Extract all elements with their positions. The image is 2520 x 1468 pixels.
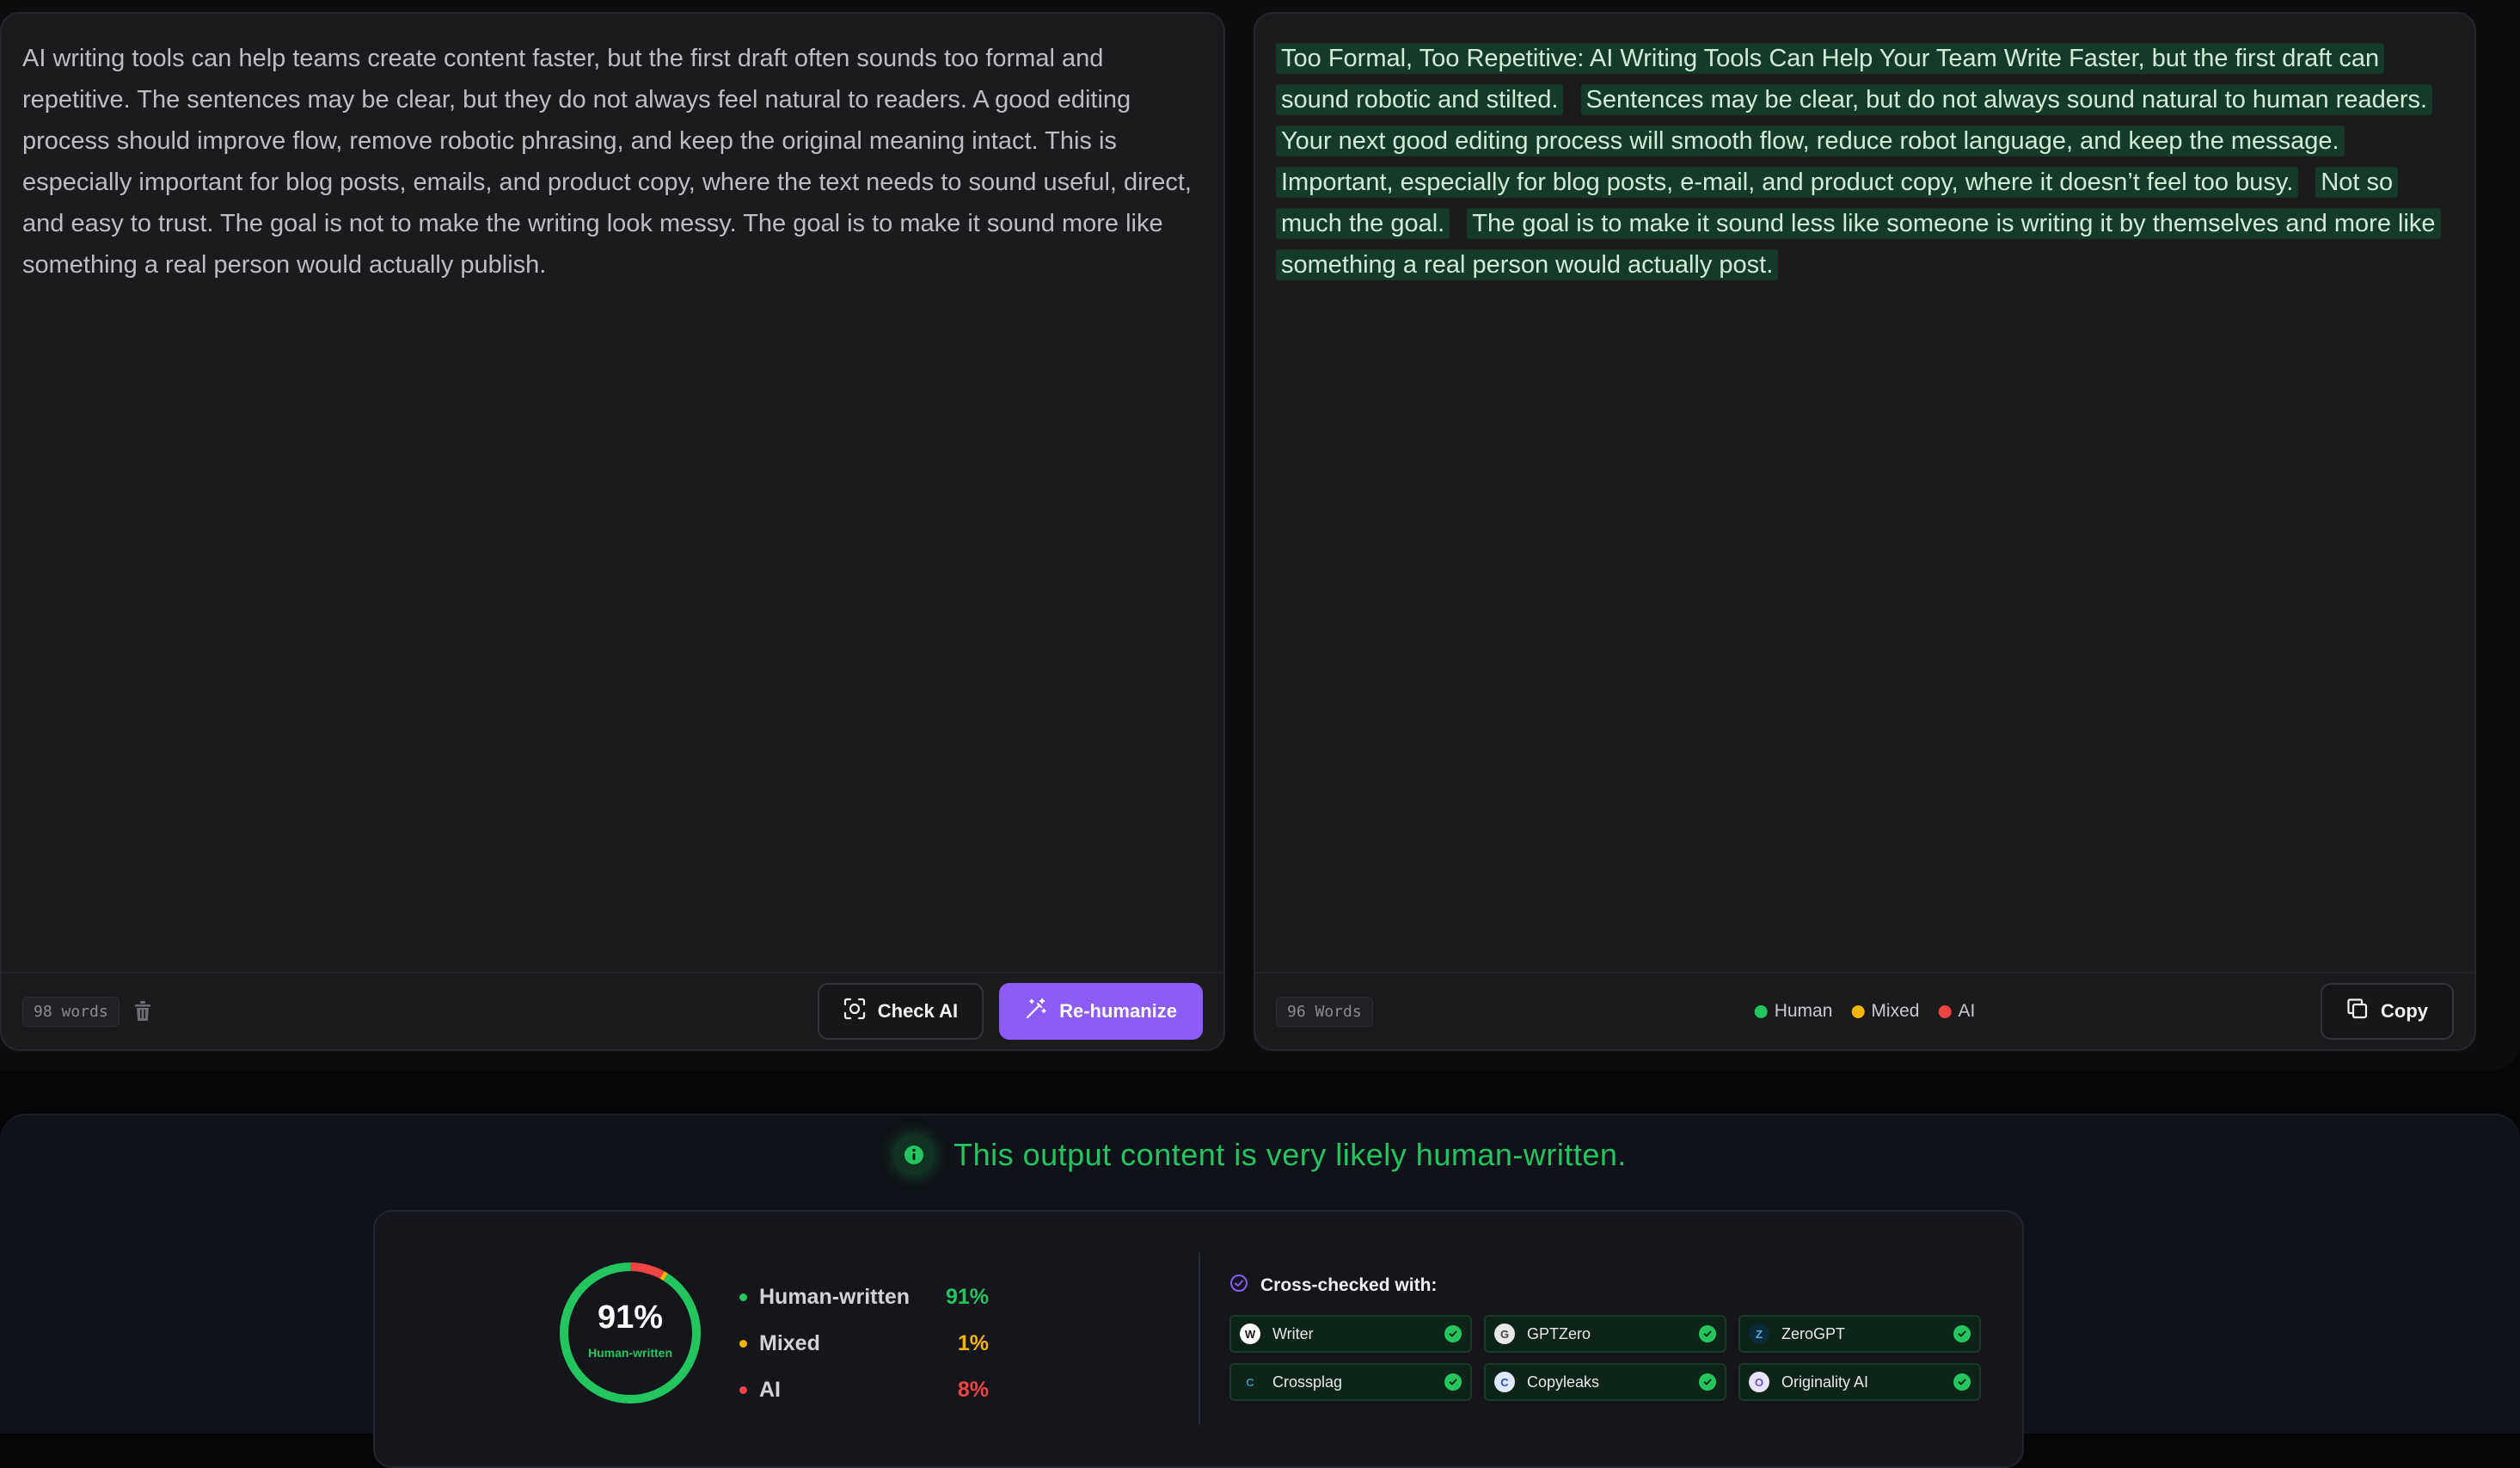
legend-dot [1938, 1004, 1952, 1018]
detector-crossplag: C Crossplag [1229, 1363, 1472, 1401]
detector-name: Originality AI [1781, 1373, 1869, 1391]
output-segment-human: The goal is to make it sound less like s… [1276, 208, 2441, 280]
stat-value: 8% [957, 1377, 989, 1402]
copy-button[interactable]: Copy [2321, 983, 2454, 1040]
detector-name: Crossplag [1272, 1373, 1343, 1391]
check-icon [1699, 1325, 1716, 1342]
info-icon [893, 1134, 935, 1176]
stat-name: AI [759, 1377, 781, 1402]
detector-logo-icon: C [1494, 1372, 1515, 1392]
score-gauge: 91% Human-written [557, 1260, 703, 1406]
detector-name: GPTZero [1527, 1324, 1591, 1342]
output-segment-human: Important, especially for blog posts, e-… [1276, 167, 2299, 198]
detector-logo-icon: C [1240, 1372, 1260, 1392]
output-footer: 96 Words Human Mixed AI Copy [1255, 972, 2474, 1049]
detector-logo-icon: G [1494, 1324, 1515, 1344]
detector-logo-icon: O [1749, 1372, 1769, 1392]
legend-dot [1851, 1004, 1865, 1018]
verdict-text: This output content is very likely human… [953, 1137, 1627, 1172]
card-divider [1199, 1253, 1200, 1425]
detector-zerogpt: Z ZeroGPT [1738, 1315, 1981, 1353]
trash-icon[interactable] [132, 998, 154, 1024]
result-section: This output content is very likely human… [0, 1114, 2520, 1468]
check-icon [1444, 1373, 1462, 1391]
legend-label: Human [1774, 1001, 1833, 1021]
scan-icon [843, 998, 866, 1025]
highlight-legend: Human Mixed AI [1754, 1001, 1975, 1022]
legend-label: AI [1958, 1001, 1976, 1021]
stat-dot [739, 1293, 747, 1301]
cross-check-section: Cross-checked with: W Writer G GPTZero Z Zero… [1229, 1274, 1986, 1401]
detector-grid: W Writer G GPTZero Z ZeroGPT C Crossplag C Copyle… [1229, 1315, 1986, 1401]
check-circle-icon [1229, 1274, 1248, 1298]
output-text[interactable]: Too Formal, Too Repetitive: AI Writing T… [1276, 38, 2454, 286]
check-icon [1953, 1373, 1971, 1391]
score-breakdown: Human-written 91% Mixed 1% AI 8% [739, 1274, 989, 1413]
output-segment-human: Sentences may be clear, but do not alway… [1580, 84, 2433, 115]
check-ai-button[interactable]: Check AI [817, 983, 984, 1040]
detector-name: Writer [1272, 1324, 1314, 1342]
gauge-percent: 91% [597, 1299, 664, 1336]
cross-check-title: Cross-checked with: [1229, 1274, 1986, 1298]
detector-gptzero: G GPTZero [1484, 1315, 1726, 1353]
detector-name: Copyleaks [1527, 1373, 1600, 1391]
stat-value: 1% [957, 1330, 989, 1355]
input-word-count: 98 words [22, 996, 120, 1027]
stat-row-mixed: Mixed 1% [739, 1320, 989, 1367]
output-word-count: 96 Words [1276, 996, 1373, 1027]
input-textarea[interactable]: AI writing tools can help teams create c… [22, 38, 1203, 286]
stat-name: Human-written [759, 1284, 910, 1309]
stat-dot [739, 1385, 747, 1394]
detector-logo-icon: W [1240, 1324, 1260, 1344]
output-panel: Too Formal, Too Repetitive: AI Writing T… [1254, 12, 2476, 1051]
check-ai-label: Check AI [877, 1000, 959, 1022]
legend-label: Mixed [1871, 1001, 1920, 1021]
legend-item-human: Human [1754, 1001, 1833, 1022]
output-segment-human: Your next good editing process will smoo… [1276, 126, 2345, 157]
verdict-banner: This output content is very likely human… [0, 1134, 2520, 1176]
legend-item-ai: AI [1938, 1001, 1975, 1022]
legend-dot [1754, 1004, 1768, 1018]
gauge-label: Human-written [588, 1346, 672, 1360]
magic-wand-icon [1025, 998, 1047, 1025]
check-icon [1699, 1373, 1716, 1391]
stat-row-ai: AI 8% [739, 1367, 989, 1413]
re-humanize-button[interactable]: Re-humanize [999, 983, 1203, 1040]
re-humanize-label: Re-humanize [1059, 1000, 1177, 1022]
cross-check-label: Cross-checked with: [1260, 1275, 1438, 1295]
editor-area: AI writing tools can help teams create c… [0, 0, 2520, 1071]
stat-name: Mixed [759, 1330, 820, 1355]
score-card: 91% Human-written Human-written 91% Mixed 1… [373, 1210, 2024, 1468]
detector-copyleaks: C Copyleaks [1484, 1363, 1726, 1401]
input-panel: AI writing tools can help teams create c… [0, 12, 1225, 1051]
detector-writer: W Writer [1229, 1315, 1472, 1353]
copy-label: Copy [2381, 1000, 2428, 1022]
input-footer: 98 words Check AI Re-humanize [2, 972, 1223, 1049]
detector-name: ZeroGPT [1781, 1324, 1846, 1342]
check-icon [1444, 1325, 1462, 1342]
stat-dot [739, 1339, 747, 1348]
stat-row-human-written: Human-written 91% [739, 1274, 989, 1320]
check-icon [1953, 1325, 1971, 1342]
detector-logo-icon: Z [1749, 1324, 1769, 1344]
detector-originality-ai: O Originality AI [1738, 1363, 1981, 1401]
copy-icon [2346, 998, 2369, 1025]
stat-value: 91% [945, 1284, 989, 1309]
legend-item-mixed: Mixed [1851, 1001, 1919, 1022]
